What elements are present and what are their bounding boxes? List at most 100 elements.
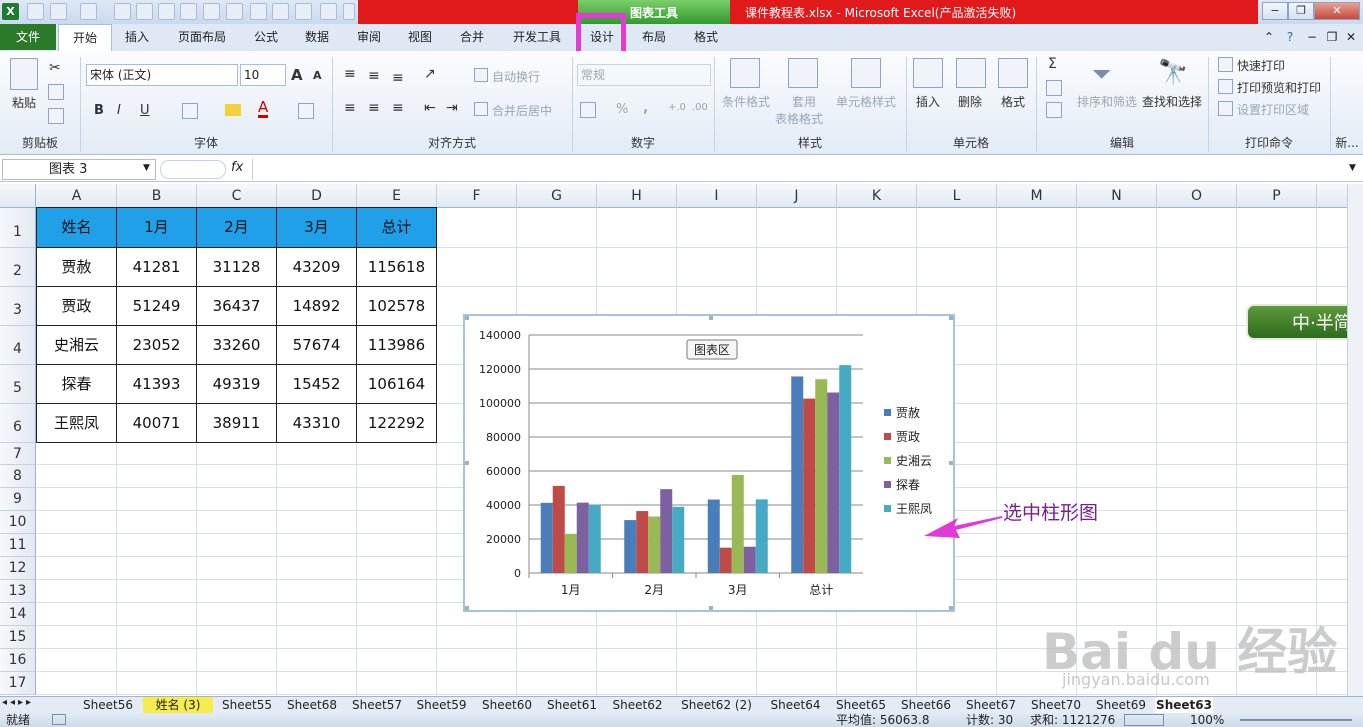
merge-center-icon[interactable] xyxy=(474,102,488,116)
table-cell[interactable]: 14892 xyxy=(276,286,357,326)
conditional-format-icon[interactable] xyxy=(730,58,760,88)
function-icon[interactable] xyxy=(203,3,220,20)
grow-font-button[interactable]: A xyxy=(291,66,303,84)
align-bottom-icon[interactable]: ≡ xyxy=(392,70,404,86)
table-cell[interactable]: 史湘云 xyxy=(36,325,117,365)
excel-logo-icon[interactable]: X xyxy=(2,3,19,20)
sheet-tab[interactable]: Sheet61 xyxy=(541,697,603,713)
select-all-corner[interactable] xyxy=(0,184,36,208)
table-header-cell[interactable]: 总计 xyxy=(356,207,437,248)
font-size-select[interactable]: 10 xyxy=(240,64,286,86)
increase-decimal-icon[interactable]: +.0 xyxy=(668,102,686,113)
print-area-icon[interactable] xyxy=(1218,101,1233,116)
sheet-tab[interactable]: Sheet60 xyxy=(476,697,538,713)
macro-record-icon[interactable] xyxy=(52,714,66,725)
sort-filter-button[interactable]: 排序和筛选 xyxy=(1077,93,1137,110)
format-as-table-icon[interactable] xyxy=(788,58,818,88)
delete-cells-button[interactable]: 删除 xyxy=(958,93,982,110)
clear-icon[interactable] xyxy=(1046,102,1062,118)
tab-developer[interactable]: 开发工具 xyxy=(503,24,571,51)
row-header-12[interactable]: 12 xyxy=(0,557,36,580)
table-icon[interactable] xyxy=(158,3,175,20)
autosum-button[interactable]: Σ xyxy=(1048,56,1057,72)
column-header-h[interactable]: H xyxy=(597,184,677,208)
undo-icon[interactable] xyxy=(50,3,67,20)
preview-icon[interactable] xyxy=(136,3,153,20)
sheet-tab[interactable]: Sheet62 (2) xyxy=(672,697,761,713)
zoom-level[interactable]: 100% xyxy=(1190,713,1224,727)
comma-button[interactable]: , xyxy=(643,100,648,116)
row-header-10[interactable]: 10 xyxy=(0,511,36,534)
row-header-4[interactable]: 4 xyxy=(0,326,36,365)
table-cell[interactable]: 115618 xyxy=(356,247,437,287)
table-cell[interactable]: 106164 xyxy=(356,364,437,404)
table-cell[interactable]: 探春 xyxy=(36,364,117,404)
fill-color-icon[interactable] xyxy=(225,104,241,116)
table-header-cell[interactable]: 姓名 xyxy=(36,207,117,248)
sheet-tab[interactable]: Sheet56 xyxy=(76,697,140,713)
row-header-1[interactable]: 1 xyxy=(0,208,36,248)
table-cell[interactable]: 43209 xyxy=(276,247,357,287)
table-cell[interactable]: 15452 xyxy=(276,364,357,404)
table-cell[interactable]: 122292 xyxy=(356,403,437,443)
sheet-tab[interactable]: Sheet67 xyxy=(960,697,1022,713)
collapse-ribbon-icon[interactable]: ⌃ xyxy=(1262,24,1276,51)
column-header-p[interactable]: P xyxy=(1237,184,1317,208)
table-cell[interactable]: 51249 xyxy=(116,286,197,326)
column-header-b[interactable]: B xyxy=(117,184,197,208)
column-header-e[interactable]: E xyxy=(357,184,437,208)
decrease-indent-icon[interactable]: ⇤ xyxy=(424,100,436,116)
sheet-tab[interactable]: 姓名 (3) xyxy=(143,697,213,713)
row-header-7[interactable]: 7 xyxy=(0,443,36,465)
column-header-n[interactable]: N xyxy=(1077,184,1157,208)
column-header-k[interactable]: K xyxy=(837,184,917,208)
comment-icon[interactable] xyxy=(295,3,312,20)
row-header-15[interactable]: 15 xyxy=(0,626,36,649)
table-cell[interactable]: 57674 xyxy=(276,325,357,365)
align-left-icon[interactable]: ≡ xyxy=(344,100,356,116)
table-cell[interactable]: 王熙凤 xyxy=(36,403,117,443)
vertical-scrollbar[interactable] xyxy=(1347,184,1363,696)
shape-icon[interactable] xyxy=(250,3,267,20)
table-cell[interactable]: 49319 xyxy=(196,364,277,404)
merge-center-button[interactable]: 合并后居中 xyxy=(492,102,552,119)
copy-icon[interactable] xyxy=(48,84,64,100)
sheet-tab[interactable]: Sheet57 xyxy=(346,697,408,713)
fill-icon[interactable] xyxy=(1046,80,1062,96)
redo-icon[interactable] xyxy=(80,3,97,20)
underline-button[interactable]: U xyxy=(140,103,150,118)
view-buttons[interactable] xyxy=(1124,714,1164,726)
table-cell[interactable]: 23052 xyxy=(116,325,197,365)
row-header-5[interactable]: 5 xyxy=(0,365,36,404)
table-cell[interactable]: 36437 xyxy=(196,286,277,326)
phonetic-icon[interactable] xyxy=(298,103,314,119)
row-header-8[interactable]: 8 xyxy=(0,465,36,488)
conditional-format-button[interactable]: 条件格式 xyxy=(722,93,770,110)
sheet-tab[interactable]: Sheet68 xyxy=(281,697,343,713)
column-header-m[interactable]: M xyxy=(997,184,1077,208)
align-right-icon[interactable]: ≡ xyxy=(392,100,404,116)
sheet-tab[interactable]: Sheet66 xyxy=(895,697,957,713)
sheet-tab[interactable]: Sheet64 xyxy=(764,697,827,713)
maximize-button[interactable]: ❐ xyxy=(1288,2,1314,20)
table-cell[interactable]: 43310 xyxy=(276,403,357,443)
new-icon[interactable] xyxy=(272,3,289,20)
find-select-button[interactable]: 查找和选择 xyxy=(1142,93,1202,110)
expand-formula-icon[interactable]: ▼ xyxy=(1349,163,1356,173)
tab-review[interactable]: 审阅 xyxy=(347,24,391,51)
column-header-i[interactable]: I xyxy=(677,184,757,208)
table-header-cell[interactable]: 2月 xyxy=(196,207,277,248)
tab-chart-layout[interactable]: 布局 xyxy=(632,24,676,51)
table-cell[interactable]: 102578 xyxy=(356,286,437,326)
row-header-13[interactable]: 13 xyxy=(0,580,36,603)
align-middle-icon[interactable]: ≡ xyxy=(368,68,380,84)
bold-button[interactable]: B xyxy=(94,103,104,118)
tab-data[interactable]: 数据 xyxy=(295,24,339,51)
table-cell[interactable]: 38911 xyxy=(196,403,277,443)
tab-merge[interactable]: 合并 xyxy=(450,24,494,51)
quick-print-icon[interactable] xyxy=(1218,57,1233,72)
doc-restore-icon[interactable]: ❐ xyxy=(1325,24,1339,51)
shrink-font-button[interactable]: A xyxy=(313,69,322,82)
sheet-tab[interactable]: Sheet63 xyxy=(1155,697,1213,713)
row-header-9[interactable]: 9 xyxy=(0,488,36,511)
